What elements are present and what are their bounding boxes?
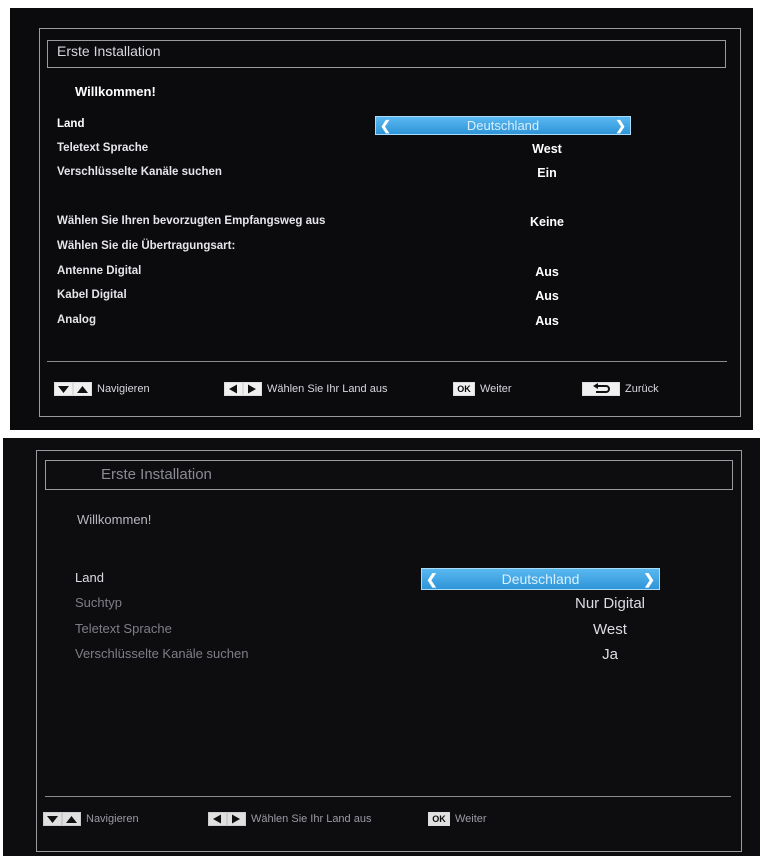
setting-value: Keine: [529, 215, 565, 229]
setting-row-encrypted-channels[interactable]: Verschlüsselte Kanäle suchen Ja: [75, 646, 715, 666]
country-value: Deutschland: [501, 571, 580, 587]
footer-text: Wählen Sie Ihr Land aus: [267, 383, 388, 395]
country-selector[interactable]: ❮ Deutschland ❯: [375, 116, 631, 135]
setting-label: Verschlüsselte Kanäle suchen: [57, 166, 222, 178]
tv-screen-settings-photo: Erste Installation Willkommen! Land ❮ De…: [3, 438, 760, 856]
setting-row-search-type[interactable]: Suchtyp Nur Digital: [75, 595, 715, 615]
setting-label: Suchtyp: [75, 595, 122, 610]
setting-row-encrypted-channels[interactable]: Verschlüsselte Kanäle suchen Ein: [57, 166, 697, 184]
footer-divider: [47, 361, 727, 362]
ok-key-icon: OK: [453, 382, 475, 396]
footer-text: Navigieren: [97, 383, 150, 395]
ok-key-icon: OK: [428, 812, 450, 826]
footer-text: Wählen Sie Ihr Land aus: [251, 813, 372, 825]
up-down-arrow-keys-icon: [54, 382, 92, 396]
welcome-text: Willkommen!: [75, 84, 156, 99]
menu-title: Erste Installation: [57, 43, 161, 59]
setting-label: Analog: [57, 314, 96, 326]
setting-value: Ein: [537, 166, 557, 180]
footer-text: Weiter: [480, 383, 512, 395]
setting-label: Land: [75, 570, 104, 585]
setting-label: Wählen Sie Ihren bevorzugten Empfangsweg…: [57, 215, 326, 227]
country-selector[interactable]: ❮ Deutschland ❯: [421, 568, 660, 590]
footer-hint-navigate: Navigieren: [54, 381, 150, 397]
footer-hint-select-country: Wählen Sie Ihr Land aus: [224, 381, 387, 397]
footer-hint-navigate: Navigieren: [43, 811, 139, 827]
chevron-right-icon[interactable]: ❯: [643, 569, 655, 589]
menu-title: Erste Installation: [101, 466, 212, 483]
setting-value: Aus: [535, 314, 559, 328]
footer-text: Zurück: [625, 383, 659, 395]
setting-value: Nur Digital: [574, 595, 646, 612]
setting-label: Antenne Digital: [57, 265, 142, 277]
setting-label: Kabel Digital: [57, 289, 127, 301]
country-value: Deutschland: [466, 118, 540, 133]
setting-label: Teletext Sprache: [57, 142, 149, 154]
setting-row-reception-path[interactable]: Wählen Sie Ihren bevorzugten Empfangsweg…: [57, 215, 697, 233]
setting-label: Verschlüsselte Kanäle suchen: [75, 646, 249, 661]
footer-hint-next: OK Weiter: [453, 381, 512, 397]
setting-label: Wählen Sie die Übertragungsart:: [57, 240, 236, 252]
setting-label: Land: [57, 118, 85, 130]
setting-value: Aus: [535, 289, 559, 303]
footer-divider: [45, 796, 731, 797]
setting-row-antenna-digital[interactable]: Antenne Digital Aus: [57, 265, 697, 283]
left-right-arrow-keys-icon: [208, 812, 246, 826]
footer-hint-select-country: Wählen Sie Ihr Land aus: [208, 811, 371, 827]
chevron-right-icon[interactable]: ❯: [615, 117, 626, 134]
tv-screen-settings-photo: Erste Installation Willkommen! Land ❮ De…: [10, 8, 753, 430]
footer-hint-back: Zurück: [582, 381, 659, 397]
back-return-icon: [582, 382, 620, 396]
up-down-arrow-keys-icon: [43, 812, 81, 826]
welcome-text: Willkommen!: [77, 512, 152, 527]
setting-value: West: [593, 621, 627, 638]
footer-hint-next: OK Weiter: [428, 811, 487, 827]
setting-value: Ja: [602, 646, 618, 663]
setting-row-broadcast-type-heading: Wählen Sie die Übertragungsart:: [57, 240, 697, 258]
setting-value: West: [532, 142, 562, 156]
setting-label: Teletext Sprache: [75, 621, 172, 636]
footer-text: Navigieren: [86, 813, 139, 825]
setting-row-cable-digital[interactable]: Kabel Digital Aus: [57, 289, 697, 307]
setting-row-teletext-language[interactable]: Teletext Sprache West: [57, 142, 697, 160]
setting-row-analog[interactable]: Analog Aus: [57, 314, 697, 332]
setting-row-teletext-language[interactable]: Teletext Sprache West: [75, 621, 715, 641]
left-right-arrow-keys-icon: [224, 382, 262, 396]
footer-text: Weiter: [455, 813, 487, 825]
setting-value: Aus: [535, 265, 559, 279]
